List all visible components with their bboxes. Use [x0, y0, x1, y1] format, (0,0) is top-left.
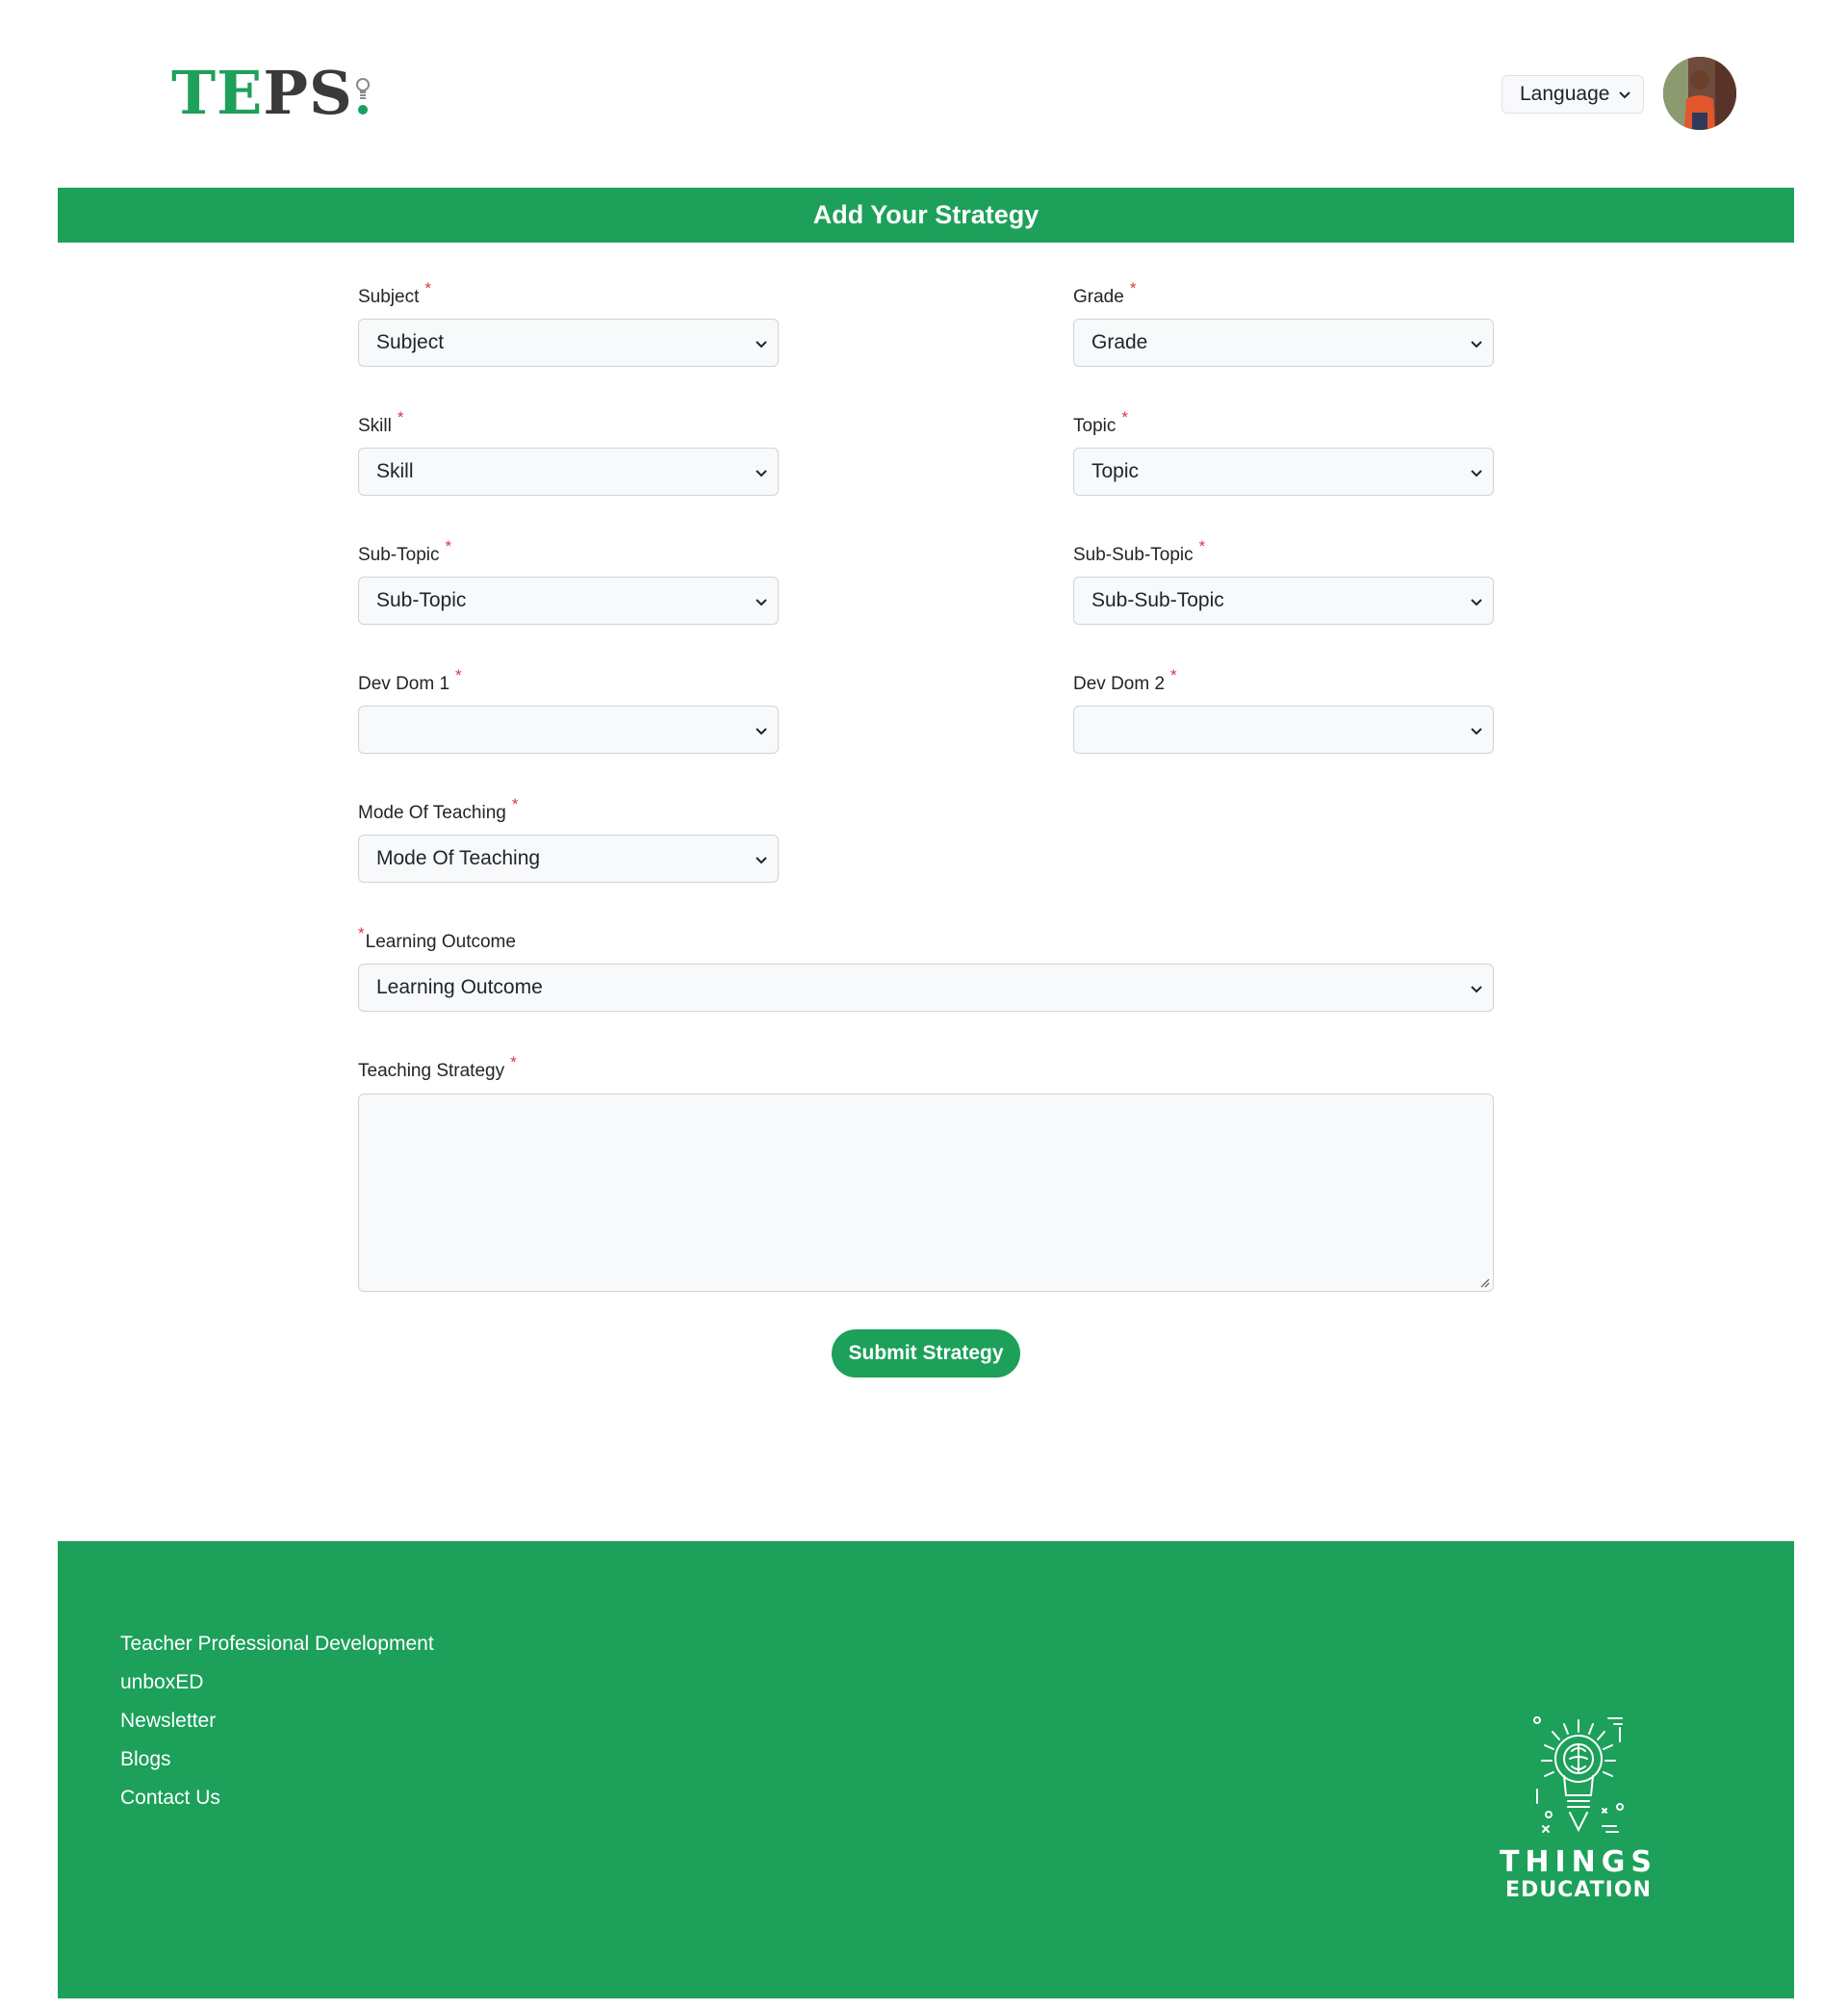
sub-sub-topic-label-text: Sub-Sub-Topic	[1073, 545, 1194, 565]
required-mark: *	[1121, 408, 1128, 426]
learning-outcome-label-text: Learning Outcome	[365, 932, 516, 952]
required-mark: *	[1129, 279, 1137, 297]
logo-text-dark: PS	[263, 58, 353, 128]
subject-label-text: Subject	[358, 287, 420, 307]
footer-link-blogs[interactable]: Blogs	[120, 1747, 434, 1786]
skill-select[interactable]: Skill	[358, 448, 779, 496]
sub-sub-topic-select-value: Sub-Sub-Topic	[1091, 589, 1224, 611]
page-title-bar: Add Your Strategy	[58, 188, 1794, 243]
required-mark: *	[455, 666, 462, 684]
sub-sub-topic-select[interactable]: Sub-Sub-Topic	[1073, 577, 1494, 625]
resize-handle-icon[interactable]	[1478, 1276, 1490, 1288]
mode-of-teaching-select-value: Mode Of Teaching	[376, 847, 541, 869]
dev-dom-2-label: Dev Dom 2 *	[1073, 666, 1177, 695]
chevron-down-icon	[1619, 91, 1630, 99]
required-mark: *	[358, 924, 365, 942]
mode-of-teaching-select[interactable]: Mode Of Teaching	[358, 835, 779, 883]
learning-outcome-select-value: Learning Outcome	[376, 976, 543, 998]
things-education-logo[interactable]: THINGS EDUCATION	[1473, 1713, 1684, 1903]
learning-outcome-select[interactable]: Learning Outcome	[358, 964, 1494, 1012]
mode-of-teaching-label: Mode Of Teaching *	[358, 795, 518, 824]
footer-links: Teacher Professional Development unboxED…	[120, 1632, 434, 1824]
language-select-value: Language	[1520, 83, 1610, 105]
language-select[interactable]: Language	[1502, 75, 1644, 114]
footer-link-newsletter[interactable]: Newsletter	[120, 1709, 434, 1747]
required-mark: *	[1198, 537, 1206, 555]
footer-link-unboxed[interactable]: unboxED	[120, 1670, 434, 1709]
required-mark: *	[1170, 666, 1177, 684]
grade-label-text: Grade	[1073, 287, 1124, 307]
user-avatar-image	[1663, 57, 1736, 130]
topic-select[interactable]: Topic	[1073, 448, 1494, 496]
subject-select-value: Subject	[376, 331, 445, 353]
dev-dom-1-label-text: Dev Dom 1	[358, 674, 450, 694]
brain-lightbulb-icon	[1533, 1716, 1624, 1833]
chevron-down-icon	[756, 599, 767, 606]
required-mark: *	[511, 795, 519, 813]
page-title: Add Your Strategy	[812, 200, 1040, 229]
topic-label-text: Topic	[1073, 416, 1116, 436]
topic-select-value: Topic	[1091, 460, 1140, 482]
dev-dom-2-label-text: Dev Dom 2	[1073, 674, 1166, 694]
topic-label: Topic *	[1073, 408, 1128, 437]
grade-select-value: Grade	[1091, 331, 1148, 353]
chevron-down-icon	[756, 341, 767, 348]
sub-topic-label: Sub-Topic *	[358, 537, 451, 566]
site-footer: Teacher Professional Development unboxED…	[58, 1541, 1794, 1998]
teps-logo[interactable]: TEPS	[171, 60, 371, 127]
chevron-down-icon	[1471, 341, 1482, 348]
chevron-down-icon	[1471, 986, 1482, 993]
dev-dom-1-label: Dev Dom 1 *	[358, 666, 462, 695]
logo-text: TEPS	[171, 64, 353, 123]
required-mark: *	[424, 279, 431, 297]
dev-dom-1-select[interactable]	[358, 706, 779, 754]
chevron-down-icon	[1471, 599, 1482, 606]
submit-strategy-button[interactable]: Submit Strategy	[832, 1329, 1020, 1378]
skill-label-text: Skill	[358, 416, 392, 436]
mode-of-teaching-label-text: Mode Of Teaching	[358, 803, 506, 823]
sub-topic-select[interactable]: Sub-Topic	[358, 577, 779, 625]
chevron-down-icon	[756, 857, 767, 864]
footer-link-teacher-professional-development[interactable]: Teacher Professional Development	[120, 1632, 434, 1670]
subject-select[interactable]: Subject	[358, 319, 779, 367]
dev-dom-2-select[interactable]	[1073, 706, 1494, 754]
skill-label: Skill *	[358, 408, 403, 437]
subject-label: Subject *	[358, 279, 431, 308]
grade-select[interactable]: Grade	[1073, 319, 1494, 367]
site-header: TEPS Language	[0, 0, 1848, 188]
brand-subtitle: EDUCATION	[1505, 1878, 1652, 1902]
teaching-strategy-textarea[interactable]	[358, 1094, 1494, 1292]
teaching-strategy-label: Teaching Strategy *	[358, 1053, 517, 1082]
teaching-strategy-label-text: Teaching Strategy	[358, 1061, 505, 1081]
lightbulb-icon	[355, 78, 370, 115]
user-avatar[interactable]	[1663, 57, 1736, 130]
required-mark: *	[510, 1053, 517, 1071]
sub-topic-select-value: Sub-Topic	[376, 589, 467, 611]
chevron-down-icon	[756, 470, 767, 477]
brand-name: THINGS	[1499, 1845, 1658, 1879]
learning-outcome-label: *Learning Outcome	[358, 924, 516, 953]
required-mark: *	[445, 537, 452, 555]
grade-label: Grade *	[1073, 279, 1136, 308]
chevron-down-icon	[1471, 470, 1482, 477]
required-mark: *	[397, 408, 404, 426]
sub-sub-topic-label: Sub-Sub-Topic *	[1073, 537, 1205, 566]
logo-text-green: TE	[171, 58, 264, 128]
chevron-down-icon	[756, 728, 767, 735]
footer-link-contact-us[interactable]: Contact Us	[120, 1786, 434, 1824]
sub-topic-label-text: Sub-Topic	[358, 545, 440, 565]
chevron-down-icon	[1471, 728, 1482, 735]
skill-select-value: Skill	[376, 460, 414, 482]
